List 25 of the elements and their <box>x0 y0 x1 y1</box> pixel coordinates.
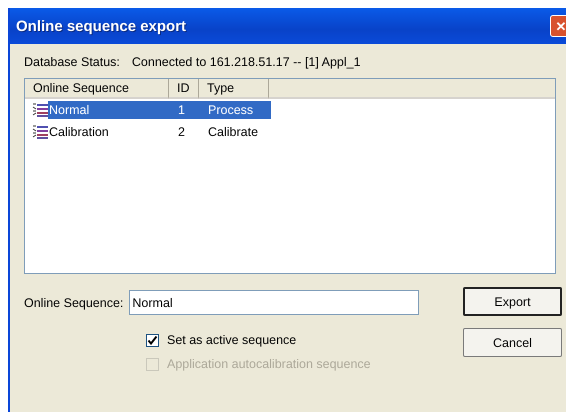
status-value: Connected to 161.218.51.17 -- [1] Appl_1 <box>132 55 361 69</box>
sequence-type: Calibrate <box>208 125 258 139</box>
dialog-button[interactable]: Export <box>463 287 562 316</box>
list-row[interactable]: Calibration 2 Calibrate <box>48 123 271 141</box>
column-header[interactable]: ID <box>169 79 199 99</box>
sequence-field[interactable]: Normal <box>129 290 420 315</box>
field-label: Online Sequence: <box>24 296 124 310</box>
column-header[interactable]: Online Sequence <box>25 79 169 99</box>
checkbox[interactable] <box>146 334 159 346</box>
list-icon <box>32 102 48 118</box>
status-label: Database Status: <box>24 55 120 69</box>
sequence-type: Process <box>208 103 254 117</box>
checkbox-label: Set as active sequence <box>167 333 296 347</box>
list-row[interactable]: Normal 1 Process <box>48 101 271 119</box>
sequence-name: Normal <box>48 103 90 117</box>
checkbox-label: Application autocalibration sequence <box>167 357 371 371</box>
sequence-name: Calibration <box>48 125 110 139</box>
window-title: Online sequence export <box>16 18 186 34</box>
close-button[interactable]: ✕ <box>550 15 566 37</box>
sequence-id: 1 <box>177 103 186 117</box>
column-header[interactable]: Type <box>199 79 269 99</box>
sequence-id: 2 <box>177 125 186 139</box>
check-icon <box>147 334 158 346</box>
dialog-button[interactable]: Cancel <box>463 328 562 357</box>
list-icon <box>32 124 48 140</box>
